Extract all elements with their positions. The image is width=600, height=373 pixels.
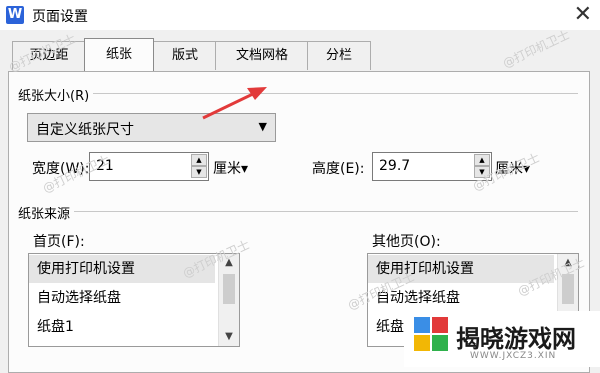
- scroll-thumb[interactable]: [562, 274, 574, 304]
- increment-icon[interactable]: ▲: [191, 154, 207, 166]
- scroll-down-icon[interactable]: ▼: [219, 328, 239, 346]
- width-label: 宽度(W):: [32, 161, 90, 177]
- list-item[interactable]: 使用打印机设置: [368, 255, 554, 283]
- watermark: @打印机卫士: [500, 27, 572, 71]
- close-button[interactable]: ✕: [574, 2, 592, 27]
- list-item[interactable]: 自动选择纸盘: [29, 284, 215, 312]
- scroll-up-icon[interactable]: ▲: [558, 254, 578, 272]
- list-item[interactable]: 使用打印机设置: [29, 255, 215, 283]
- height-spinner: ▲ ▼: [474, 154, 490, 179]
- tab-columns[interactable]: 分栏: [307, 41, 371, 70]
- annotation-arrow-icon: [202, 87, 267, 120]
- title-bar: W 页面设置 ✕: [0, 0, 600, 30]
- other-pages-label: 其他页(O):: [372, 234, 441, 250]
- height-unit-dropdown[interactable]: 厘米▾: [495, 158, 530, 178]
- separator: [20, 93, 578, 94]
- decrement-icon[interactable]: ▼: [191, 166, 207, 178]
- tab-paper[interactable]: 纸张: [84, 38, 154, 71]
- wps-writer-icon: W: [6, 6, 24, 24]
- logo-mark-icon: [414, 317, 448, 351]
- width-unit-dropdown[interactable]: 厘米▾: [213, 158, 248, 178]
- tab-margins[interactable]: 页边距: [12, 41, 86, 70]
- height-input[interactable]: 29.7 ▲ ▼: [372, 152, 492, 181]
- first-page-label: 首页(F):: [33, 234, 85, 250]
- first-page-listbox[interactable]: 使用打印机设置 自动选择纸盘 纸盘1 ▲ ▼: [28, 253, 240, 347]
- height-label: 高度(E):: [312, 161, 365, 177]
- list-item[interactable]: 自动选择纸盘: [368, 284, 554, 312]
- width-value: 21: [96, 158, 114, 174]
- decrement-icon[interactable]: ▼: [474, 166, 490, 178]
- scroll-thumb[interactable]: [223, 274, 235, 304]
- separator: [20, 211, 578, 212]
- tab-document-grid[interactable]: 文档网格: [215, 41, 309, 70]
- scrollbar[interactable]: ▲ ▼: [218, 254, 239, 346]
- scroll-up-icon[interactable]: ▲: [219, 254, 239, 272]
- dialog-title: 页面设置: [32, 9, 88, 25]
- logo-url: WWW.JXCZ3.XIN: [470, 351, 557, 361]
- list-item[interactable]: 纸盘1: [29, 313, 215, 341]
- width-input[interactable]: 21 ▲ ▼: [89, 152, 209, 181]
- tab-layout[interactable]: 版式: [153, 41, 217, 70]
- paper-size-value: 自定义纸张尺寸: [36, 122, 134, 138]
- paper-source-label: 纸张来源: [18, 203, 75, 222]
- increment-icon[interactable]: ▲: [474, 154, 490, 166]
- width-spinner: ▲ ▼: [191, 154, 207, 179]
- height-value: 29.7: [379, 158, 411, 174]
- paper-size-label: 纸张大小(R): [18, 85, 94, 104]
- logo-name: 揭晓游戏网: [456, 325, 576, 353]
- site-logo: 揭晓游戏网 WWW.JXCZ3.XIN: [404, 311, 600, 367]
